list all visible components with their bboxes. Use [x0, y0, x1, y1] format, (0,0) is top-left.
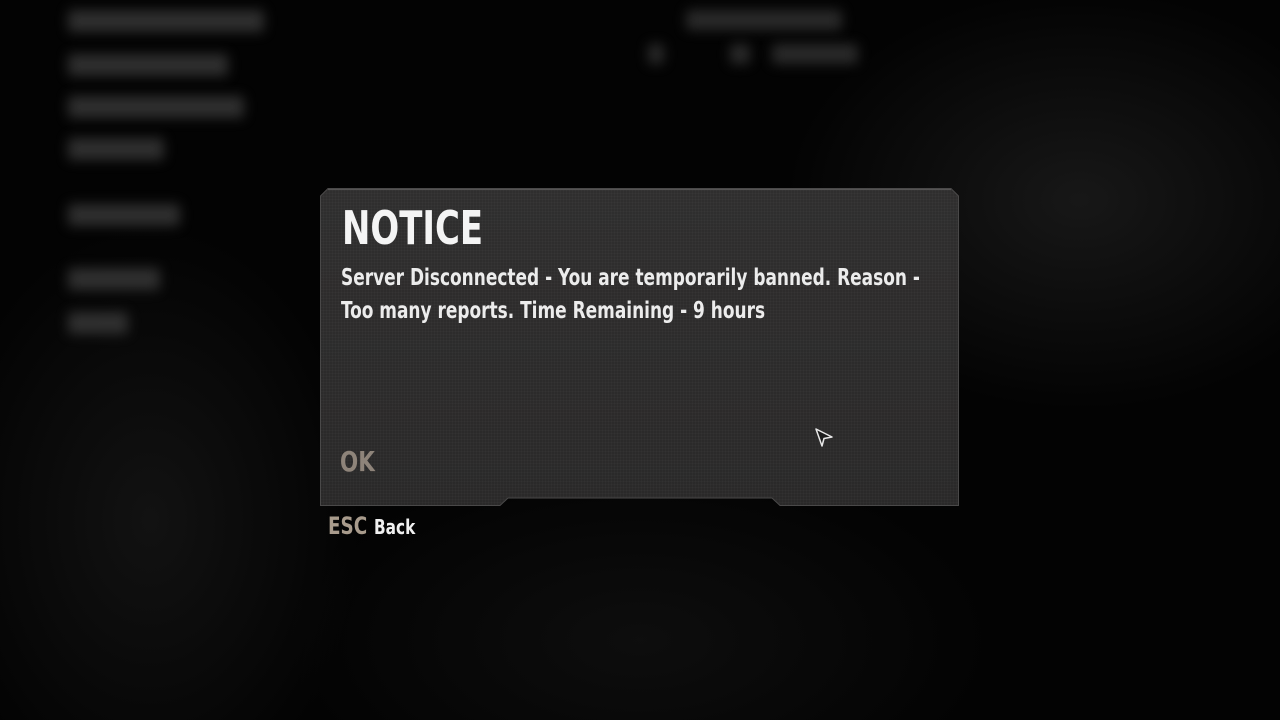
back-label: Back	[374, 515, 416, 539]
background-menu-item	[68, 204, 180, 226]
background-menu-item	[68, 312, 128, 334]
ok-button[interactable]: OK	[340, 444, 375, 480]
esc-key-hint: ESC	[328, 512, 368, 540]
mouse-cursor-icon	[815, 428, 833, 447]
background-menu-item	[68, 54, 228, 76]
background-menu-item	[68, 96, 244, 118]
back-prompt[interactable]: ESC Back	[328, 512, 415, 540]
background-menu-item	[68, 10, 264, 32]
background-menu-item	[68, 268, 160, 290]
background-header-icon	[730, 44, 750, 64]
background-menu-item	[68, 138, 164, 160]
background-header	[772, 44, 858, 64]
dialog-title: NOTICE	[342, 201, 484, 255]
dialog-message: Server Disconnected - You are temporaril…	[341, 265, 920, 324]
game-screen: NOTICE Server Disconnected - You are tem…	[0, 0, 1280, 720]
notice-dialog: NOTICE Server Disconnected - You are tem…	[320, 188, 959, 506]
background-header	[686, 10, 842, 30]
background-header-icon	[648, 44, 664, 64]
